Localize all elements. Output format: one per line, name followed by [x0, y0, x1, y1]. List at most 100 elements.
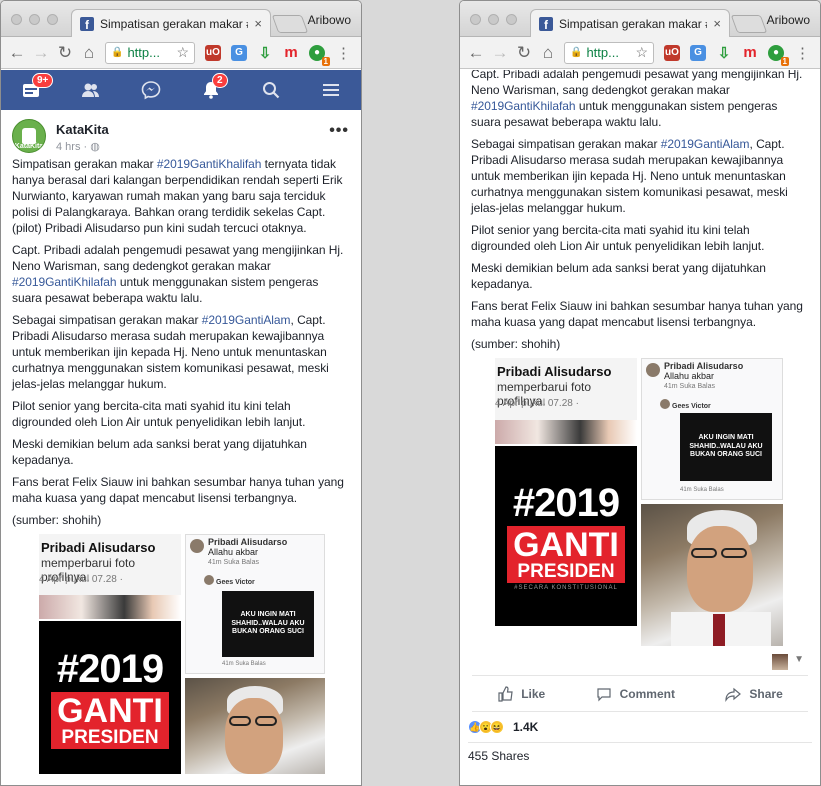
notifications-badge: 2: [212, 73, 228, 88]
ganti-presiden-logo-photo[interactable]: #2019 GANTI PRESIDEN #SECARA KONSTITUSIO…: [495, 446, 637, 626]
profile-name-text: Pribadi Alisudarso: [497, 364, 612, 379]
profile-screenshot-photo[interactable]: Pribadi Alisudarso memperbarui foto prof…: [495, 358, 637, 444]
paragraph-text: (sumber: shohih): [12, 513, 102, 527]
ganti-presiden-logo-photo[interactable]: #2019 GANTI PRESIDEN: [39, 621, 181, 774]
download-extension-icon[interactable]: ⇩: [257, 45, 273, 62]
reply-avatar: [204, 575, 214, 585]
minimize-window-button[interactable]: [29, 14, 40, 25]
address-bar[interactable]: 🔒 http... ☆: [105, 41, 195, 64]
reply-author: Gees Victor: [216, 579, 255, 586]
news-feed-icon[interactable]: 9+: [20, 73, 54, 101]
zoom-window-button[interactable]: [47, 14, 58, 25]
post-options-icon[interactable]: •••: [329, 122, 349, 140]
page-avatar[interactable]: KataKita: [12, 119, 46, 153]
tab-close-icon[interactable]: ×: [254, 16, 262, 31]
title-bar: f Simpatisan gerakan makar #2 × Aribowo: [460, 1, 820, 37]
back-icon[interactable]: ←: [466, 43, 486, 63]
reload-icon[interactable]: ↻: [514, 43, 534, 63]
translate-extension-icon[interactable]: G: [690, 44, 706, 61]
photo-grid[interactable]: Pribadi Alisudarso memperbarui foto prof…: [495, 358, 785, 648]
photo-glasses-right: [721, 548, 747, 558]
post-text-continued: Capt. Pribadi adalah pengemudi pesawat y…: [460, 70, 820, 352]
new-tab-button[interactable]: [271, 15, 309, 33]
green-extension-icon[interactable]: ● 1: [768, 44, 789, 66]
commenter-avatar: [646, 363, 660, 377]
forward-icon[interactable]: →: [31, 43, 51, 63]
profile-name[interactable]: Aribowo: [308, 13, 351, 27]
m-extension-icon[interactable]: m: [742, 44, 758, 61]
m-extension-icon[interactable]: m: [283, 44, 299, 61]
comment-meta: 41m Suka Balas: [208, 559, 259, 566]
hashtag-link[interactable]: #2019GantiKhalifah: [157, 157, 262, 171]
browser-menu-icon[interactable]: ⋮: [795, 44, 814, 62]
close-window-button[interactable]: [11, 14, 22, 25]
post-time[interactable]: 4 hrs · ◍: [56, 140, 100, 153]
facebook-favicon-icon: f: [539, 16, 553, 31]
photo-glasses: [229, 716, 251, 726]
tab-close-icon[interactable]: ×: [713, 16, 721, 31]
browser-toolbar: ← → ↻ ⌂ 🔒 http... ☆ uO G ⇩ m ● 1 ⋮: [1, 37, 361, 69]
post-paragraph: Fans berat Felix Siauw ini bahkan sesumb…: [471, 298, 808, 330]
notifications-bell-icon[interactable]: 2: [200, 73, 228, 101]
close-window-button[interactable]: [470, 14, 481, 25]
profile-screenshot-photo[interactable]: Pribadi Alisudarso memperbarui foto prof…: [39, 534, 181, 619]
lock-icon: 🔒: [570, 47, 583, 58]
zoom-window-button[interactable]: [506, 14, 517, 25]
green-extension-icon[interactable]: ● 1: [309, 44, 330, 66]
hamburger-menu-icon[interactable]: [320, 79, 342, 101]
reaction-count: 1.4K: [513, 720, 539, 734]
ublock-extension-icon[interactable]: uO: [205, 44, 221, 61]
minimize-window-button[interactable]: [488, 14, 499, 25]
messenger-icon[interactable]: [140, 79, 162, 101]
friends-icon[interactable]: [80, 79, 102, 101]
pilot-selfie-photo[interactable]: [641, 504, 783, 646]
reactions-summary[interactable]: 👍 😮 😆 1.4K: [468, 712, 812, 742]
post-paragraph: Capt. Pribadi adalah pengemudi pesawat y…: [12, 242, 349, 306]
profile-name-text: Pribadi Alisudarso: [41, 540, 156, 555]
address-bar[interactable]: 🔒 http... ☆: [564, 41, 654, 64]
comment-author: Pribadi Alisudarso: [664, 361, 744, 371]
post-header: KataKita KataKita 4 hrs · ◍ •••: [1, 110, 361, 156]
like-button[interactable]: Like: [497, 685, 545, 702]
bookmark-star-icon[interactable]: ☆: [635, 44, 648, 61]
hashtag-link[interactable]: #2019GantiAlam: [202, 313, 291, 327]
share-count[interactable]: 455 Shares: [468, 742, 812, 768]
caret-down-icon[interactable]: ▼: [794, 654, 804, 665]
photo-face: [225, 698, 283, 774]
share-button[interactable]: Share: [725, 686, 783, 702]
translate-extension-icon[interactable]: G: [231, 44, 247, 61]
hashtag-link[interactable]: #2019GantiAlam: [661, 137, 750, 151]
paragraph-text: Sebagai simpatisan gerakan makar: [12, 313, 202, 327]
browser-menu-icon[interactable]: ⋮: [336, 44, 355, 62]
comment-screenshot-photo[interactable]: Pribadi Alisudarso Allahu akbar 41m Suka…: [641, 358, 783, 500]
bookmark-star-icon[interactable]: ☆: [176, 44, 189, 61]
hashtag-link[interactable]: #2019GantiKhilafah: [471, 99, 576, 113]
browser-tab[interactable]: f Simpatisan gerakan makar #2 ×: [530, 9, 730, 37]
pilot-selfie-photo[interactable]: [185, 678, 325, 774]
ublock-extension-icon[interactable]: uO: [664, 44, 680, 61]
paragraph-text: Fans berat Felix Siauw ini bahkan sesumb…: [471, 299, 803, 329]
reply-author: Gees Victor: [672, 403, 711, 410]
logo-ganti-text: GANTI: [57, 691, 163, 730]
browser-tab[interactable]: f Simpatisan gerakan makar #2 ×: [71, 9, 271, 37]
search-icon[interactable]: [260, 79, 282, 101]
photo-strip: [495, 420, 637, 444]
comment-screenshot-photo[interactable]: Pribadi Alisudarso Allahu akbar 41m Suka…: [185, 534, 325, 674]
viewer-avatar[interactable]: [772, 654, 788, 670]
forward-icon[interactable]: →: [490, 43, 510, 63]
reply-meta: 41m Suka Balas: [222, 661, 266, 667]
paragraph-text: Meski demikian belum ada sanksi berat ya…: [471, 261, 766, 291]
post-paragraph: Capt. Pribadi adalah pengemudi pesawat y…: [471, 70, 808, 130]
back-icon[interactable]: ←: [7, 43, 27, 63]
reload-icon[interactable]: ↻: [55, 43, 75, 63]
photo-grid[interactable]: Pribadi Alisudarso memperbarui foto prof…: [39, 534, 329, 774]
page-name[interactable]: KataKita: [56, 122, 109, 137]
comment-button[interactable]: Comment: [596, 686, 675, 702]
new-tab-button[interactable]: [730, 15, 768, 33]
hashtag-link[interactable]: #2019GantiKhilafah: [12, 275, 117, 289]
download-extension-icon[interactable]: ⇩: [716, 45, 732, 62]
share-label: Share: [749, 686, 783, 701]
home-icon[interactable]: ⌂: [79, 43, 99, 63]
profile-name[interactable]: Aribowo: [767, 13, 810, 27]
home-icon[interactable]: ⌂: [538, 43, 558, 63]
